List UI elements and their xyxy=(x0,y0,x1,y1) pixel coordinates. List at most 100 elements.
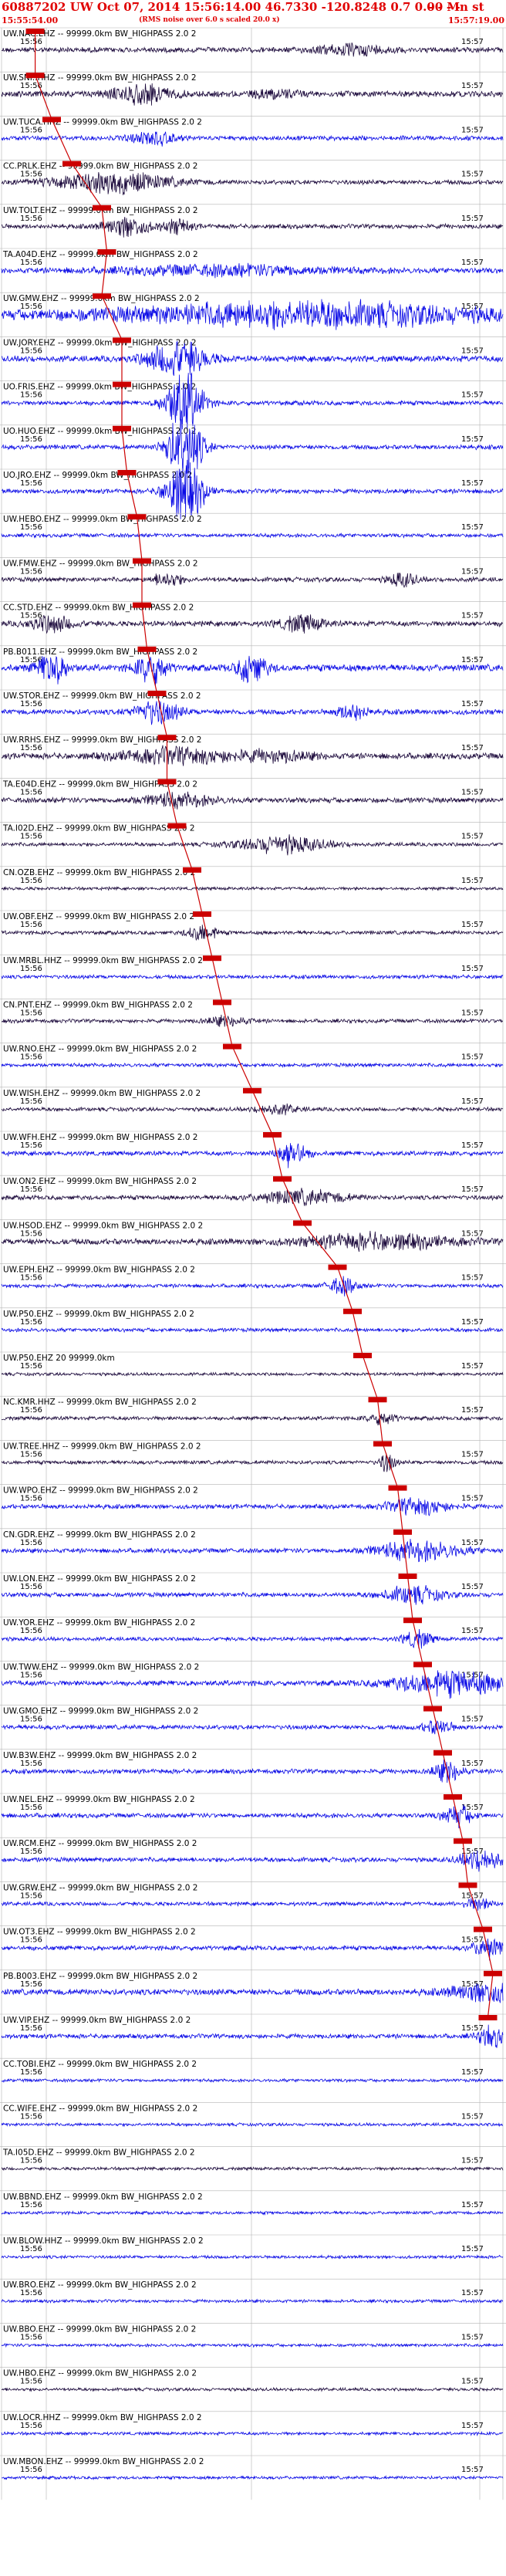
waveform xyxy=(1,573,504,589)
time-label-end: 15:57 xyxy=(461,1583,484,1591)
time-label-end: 15:57 xyxy=(461,833,484,841)
start-time: 15:55:54.00 xyxy=(2,15,59,25)
trace-row: CC.STD.EHZ -- 99999.0km BW_HIGHPASS 2.0 … xyxy=(0,601,506,634)
time-label-end: 15:57 xyxy=(461,1362,484,1371)
trace-row: UO.HUO.EHZ -- 99999.0km BW_HIGHPASS 2.0 … xyxy=(0,418,506,478)
time-label-end: 15:57 xyxy=(461,1274,484,1283)
waveform xyxy=(1,217,504,238)
trace-row: UW.BLOW.HHZ -- 99999.0km BW_HIGHPASS 2.0… xyxy=(0,2234,506,2260)
time-label-end: 15:57 xyxy=(461,921,484,929)
time-label-start: 15:56 xyxy=(20,1362,42,1371)
time-label-end: 15:57 xyxy=(461,391,484,400)
trace-row: UW.RCM.EHZ -- 99999.0km BW_HIGHPASS 2.0 … xyxy=(0,1837,506,1872)
time-label-start: 15:56 xyxy=(20,833,42,841)
time-label-end: 15:57 xyxy=(461,1229,484,1238)
time-label-start: 15:56 xyxy=(20,965,42,973)
trace-row: UW.MRBL.HHZ -- 99999.0km BW_HIGHPASS 2.0… xyxy=(0,954,506,980)
trace-row: UW.TUCA.HHZ -- 99999.0km BW_HIGHPASS 2.0… xyxy=(0,116,506,147)
trace-row: UW.GMW.EHZ -- 99999.0km BW_HIGHPASS 2.0 … xyxy=(0,292,506,330)
trace-row: UW.OT3.EHZ -- 99999.0km BW_HIGHPASS 2.0 … xyxy=(0,1925,506,1961)
time-label-start: 15:56 xyxy=(20,2422,42,2430)
waveform xyxy=(1,1014,504,1027)
trace-row: UW.EPH.EHZ -- 99999.0km BW_HIGHPASS 2.0 … xyxy=(0,1263,506,1296)
waveform xyxy=(1,1371,504,1378)
time-label-start: 15:56 xyxy=(20,1450,42,1459)
time-label-end: 15:57 xyxy=(461,1495,484,1503)
time-label-start: 15:56 xyxy=(20,1627,42,1635)
waveform xyxy=(1,885,504,891)
waveform xyxy=(1,791,504,810)
waveform xyxy=(1,2386,504,2392)
trace-row: UO.FRIS.EHZ -- 99999.0km BW_HIGHPASS 2.0… xyxy=(0,372,506,431)
time-label-start: 15:56 xyxy=(20,1583,42,1591)
waveform xyxy=(1,655,504,686)
waveform xyxy=(1,834,504,856)
waveform xyxy=(1,459,504,519)
time-label-start: 15:56 xyxy=(20,2112,42,2121)
time-label-start: 15:56 xyxy=(20,1009,42,1017)
waveform xyxy=(1,2342,504,2348)
waveform xyxy=(1,1898,504,1911)
time-label-end: 15:57 xyxy=(461,1936,484,1945)
waveform xyxy=(1,1062,504,1069)
time-label-start: 15:56 xyxy=(20,2157,42,2165)
trace-row: UW.WPO.EHZ -- 99999.0km BW_HIGHPASS 2.0 … xyxy=(0,1484,506,1516)
waveform xyxy=(1,973,504,980)
trace-row: UO.JRO.EHZ -- 99999.0km BW_HIGHPASS 2.0 … xyxy=(0,459,506,519)
waveform xyxy=(1,2121,503,2128)
waveform xyxy=(1,1103,504,1116)
time-label-end: 15:57 xyxy=(461,38,484,46)
time-label-start: 15:56 xyxy=(20,877,42,885)
waveform xyxy=(1,1539,504,1563)
waveform xyxy=(1,1628,504,1649)
trace-row: UW.WFH.EHZ -- 99999.0km BW_HIGHPASS 2.0 … xyxy=(0,1131,506,1168)
time-label-end: 15:57 xyxy=(461,2068,484,2077)
trace-row: CC.TOBI.EHZ -- 99999.0km BW_HIGHPASS 2.0… xyxy=(0,2057,506,2084)
waveform xyxy=(1,1585,504,1605)
time-label-start: 15:56 xyxy=(20,2378,42,2386)
waveform xyxy=(1,1413,504,1426)
trace-row: UW.RNO.EHZ -- 99999.0km BW_HIGHPASS 2.0 … xyxy=(0,1043,506,1069)
time-label-start: 15:56 xyxy=(20,1804,42,1812)
time-label-start: 15:56 xyxy=(20,1229,42,1238)
time-label-start: 15:56 xyxy=(20,259,42,267)
time-label-end: 15:57 xyxy=(461,965,484,973)
end-time: 15:57:19.00 xyxy=(447,15,504,25)
time-label-start: 15:56 xyxy=(20,921,42,929)
trace-row: UW.P50.EHZ 20 99999.0km15:56 15:57 xyxy=(0,1351,506,1378)
trace-row: UW.NEL.EHZ -- 99999.0km BW_HIGHPASS 2.0 … xyxy=(0,1793,506,1829)
waveform xyxy=(1,1497,504,1516)
time-label-end: 15:57 xyxy=(461,259,484,267)
trace-row: UW.B3W.EHZ -- 99999.0km BW_HIGHPASS 2.0 … xyxy=(0,1749,506,1783)
trace-row: UW.LOCR.HHZ -- 99999.0km BW_HIGHPASS 2.0… xyxy=(0,2411,506,2437)
trace-row: UW.ON2.EHZ -- 99999.0km BW_HIGHPASS 2.0 … xyxy=(0,1175,506,1207)
waveform xyxy=(1,262,504,279)
trace-row: TA.I05D.EHZ -- 99999.0km BW_HIGHPASS 2.0… xyxy=(0,2146,506,2172)
seismogram-plot: UW.NAC.EHZ -- 99999.0km BW_HIGHPASS 2.0 … xyxy=(0,27,506,2500)
time-label-end: 15:57 xyxy=(461,523,484,532)
time-label-start: 15:56 xyxy=(20,788,42,796)
trace-row: UW.YOR.EHZ -- 99999.0km BW_HIGHPASS 2.0 … xyxy=(0,1616,506,1649)
time-label-end: 15:57 xyxy=(461,2201,484,2209)
waveform xyxy=(1,2077,504,2084)
trace-row: UW.NAC.EHZ -- 99999.0km BW_HIGHPASS 2.0 … xyxy=(0,27,506,57)
time-label-end: 15:57 xyxy=(461,612,484,620)
time-label-end: 15:57 xyxy=(461,1318,484,1327)
waveform xyxy=(1,2254,504,2260)
waveform xyxy=(1,1327,504,1334)
time-label-start: 15:56 xyxy=(20,1185,42,1194)
time-label-start: 15:56 xyxy=(20,391,42,400)
waveform xyxy=(1,2298,504,2304)
trace-row: NC.KMR.HHZ -- 99999.0km BW_HIGHPASS 2.0 … xyxy=(0,1395,506,1426)
time-label-end: 15:57 xyxy=(461,347,484,355)
time-label-end: 15:57 xyxy=(461,479,484,488)
trace-row: PB.B003.EHZ -- 99999.0km BW_HIGHPASS 2.0… xyxy=(0,1969,506,2003)
time-label-start: 15:56 xyxy=(20,2245,42,2253)
event-title: 60887202 UW Oct 07, 2014 15:56:14.00 46.… xyxy=(2,0,484,14)
waveform xyxy=(1,131,504,147)
time-label-end: 15:57 xyxy=(461,2157,484,2165)
time-label-end: 15:57 xyxy=(461,744,484,752)
time-label-start: 15:56 xyxy=(20,1318,42,1327)
waveform xyxy=(1,2024,504,2048)
time-label-start: 15:56 xyxy=(20,1760,42,1768)
